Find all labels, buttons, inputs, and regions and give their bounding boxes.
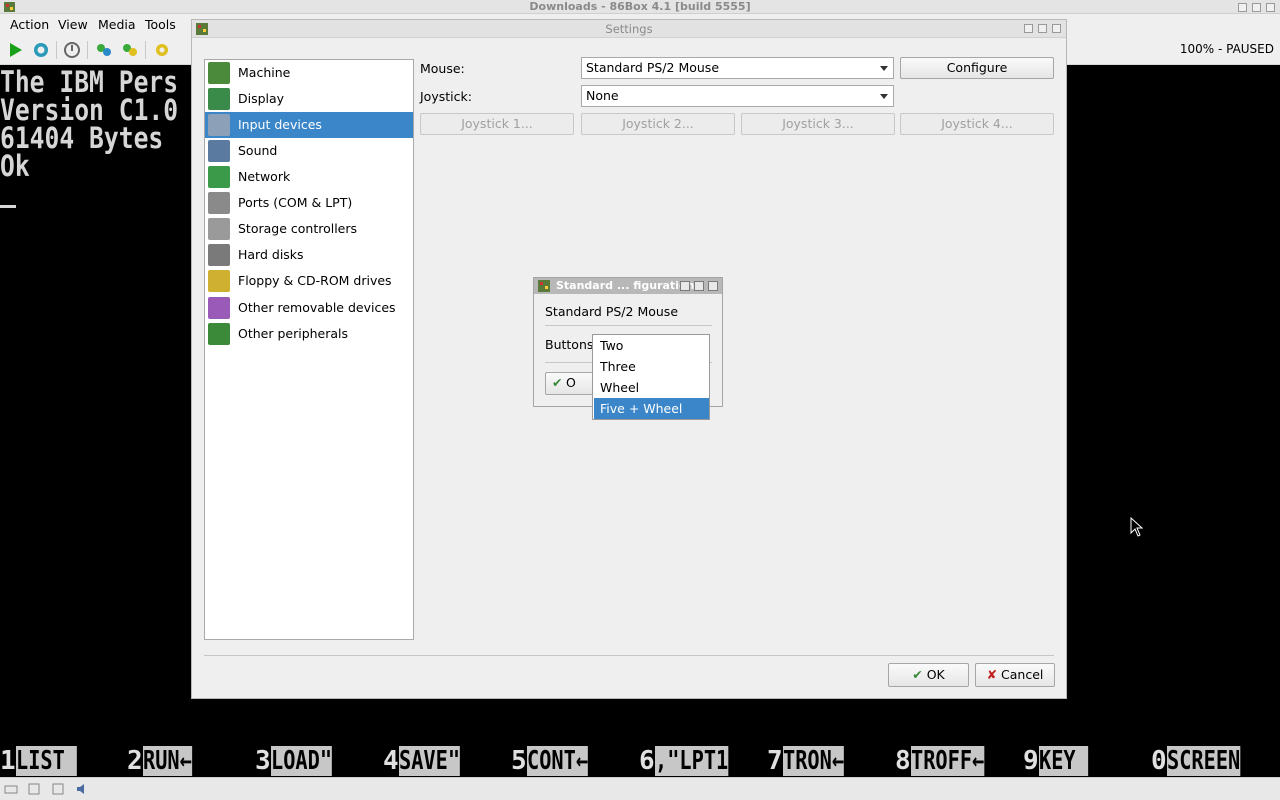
ports-icon <box>208 192 230 214</box>
removable-devices-icon <box>208 297 230 319</box>
main-titlebar: Downloads - 86Box 4.1 [build 5555] <box>0 0 1280 14</box>
cad-icon[interactable] <box>95 41 113 59</box>
zoom-status: 100% - PAUSED <box>1179 42 1274 56</box>
cancel-button[interactable]: ✘ Cancel <box>975 663 1055 687</box>
category-hard-disks[interactable]: Hard disks <box>205 242 413 268</box>
input-devices-icon <box>208 114 230 136</box>
option-two[interactable]: Two <box>594 335 709 356</box>
minimize-button[interactable] <box>680 281 690 291</box>
ctrl-alt-esc-icon[interactable] <box>121 41 139 59</box>
close-button[interactable] <box>1052 24 1061 33</box>
joystick-3-button[interactable]: Joystick 3... <box>741 113 895 135</box>
text-cursor <box>0 205 16 208</box>
settings-titlebar: Settings <box>192 20 1066 38</box>
mouse-config-title: Standard ... figuration <box>556 279 695 292</box>
mouse-config-titlebar: Standard ... figuration <box>534 278 722 294</box>
divider <box>204 655 1054 656</box>
power-icon[interactable] <box>63 41 81 59</box>
option-five-wheel[interactable]: Five + Wheel <box>594 398 709 419</box>
fkey-3: 3LOAD" <box>255 746 332 776</box>
category-sound[interactable]: Sound <box>205 138 413 164</box>
menu-media[interactable]: Media <box>96 16 138 33</box>
hard-disks-icon <box>208 244 230 266</box>
cancel-x-icon: ✘ <box>986 667 998 682</box>
maximize-button[interactable] <box>694 281 704 291</box>
fkey-1: 1LIST <box>0 746 77 776</box>
menu-action[interactable]: Action <box>8 16 51 33</box>
joystick-1-button[interactable]: Joystick 1... <box>420 113 574 135</box>
statusbar <box>0 777 1280 800</box>
settings-icon[interactable] <box>153 41 171 59</box>
floppy-icon[interactable] <box>27 782 41 796</box>
chevron-down-icon <box>880 94 888 99</box>
category-list: Machine Display Input devices Sound Netw… <box>204 59 414 640</box>
fkey-9: 9KEY <box>1023 746 1088 776</box>
mouse-select[interactable]: Standard PS/2 Mouse <box>581 57 894 79</box>
reset-icon[interactable] <box>32 41 50 59</box>
configure-button[interactable]: Configure <box>900 57 1054 79</box>
minimize-button[interactable] <box>1024 24 1033 33</box>
category-machine[interactable]: Machine <box>205 60 413 86</box>
maximize-button[interactable] <box>1038 24 1047 33</box>
close-button[interactable] <box>708 281 718 291</box>
app-icon <box>538 280 550 292</box>
storage-controllers-icon <box>208 218 230 240</box>
floppy-icon[interactable] <box>51 782 65 796</box>
sound-icon[interactable] <box>75 782 89 796</box>
category-ports[interactable]: Ports (COM & LPT) <box>205 190 413 216</box>
mouse-pointer-icon <box>1130 517 1144 537</box>
device-name: Standard PS/2 Mouse <box>545 304 679 319</box>
category-floppy-cdrom[interactable]: Floppy & CD-ROM drives <box>205 268 413 294</box>
fkey-4: 4SAVE" <box>383 746 460 776</box>
settings-title: Settings <box>605 22 653 36</box>
maximize-button[interactable] <box>1252 3 1261 12</box>
minimize-button[interactable] <box>1238 3 1247 12</box>
category-input-devices[interactable]: Input devices <box>205 112 413 138</box>
fkey-6: 6,"LPT1 <box>639 746 728 776</box>
divider <box>545 325 712 326</box>
category-other-removable[interactable]: Other removable devices <box>205 295 413 321</box>
fkey-0: 0SCREEN <box>1151 746 1240 776</box>
checkmark-icon: ✔ <box>552 375 563 390</box>
option-wheel[interactable]: Wheel <box>594 377 709 398</box>
play-icon[interactable] <box>6 41 24 59</box>
close-button[interactable] <box>1266 3 1275 12</box>
menu-view[interactable]: View <box>56 16 90 33</box>
joystick-2-button[interactable]: Joystick 2... <box>581 113 735 135</box>
machine-icon <box>208 62 230 84</box>
joystick-4-button[interactable]: Joystick 4... <box>900 113 1054 135</box>
joystick-select[interactable]: None <box>581 85 894 107</box>
floppy-cdrom-icon <box>208 270 230 292</box>
fkey-2: 2RUN← <box>127 746 192 776</box>
menu-tools[interactable]: Tools <box>143 16 178 33</box>
screen-line: Ok <box>0 149 30 183</box>
category-display[interactable]: Display <box>205 86 413 112</box>
sound-icon <box>208 140 230 162</box>
fkey-5: 5CONT← <box>511 746 588 776</box>
category-storage-controllers[interactable]: Storage controllers <box>205 216 413 242</box>
buttons-label: Buttons <box>545 337 594 352</box>
ok-button[interactable]: ✔ OK <box>888 663 969 687</box>
option-three[interactable]: Three <box>594 356 709 377</box>
network-icon <box>208 166 230 188</box>
checkmark-icon: ✔ <box>912 667 923 682</box>
category-network[interactable]: Network <box>205 164 413 190</box>
category-other-peripherals[interactable]: Other peripherals <box>205 321 413 347</box>
chevron-down-icon <box>880 66 888 71</box>
peripherals-icon <box>208 323 230 345</box>
buttons-dropdown-list: Two Three Wheel Five + Wheel <box>592 334 710 420</box>
display-icon <box>208 88 230 110</box>
mouse-label: Mouse: <box>420 61 465 76</box>
fkey-8: 8TROFF← <box>895 746 984 776</box>
joystick-label: Joystick: <box>420 89 472 104</box>
keyboard-icon[interactable] <box>4 782 18 796</box>
fkey-7: 7TRON← <box>767 746 844 776</box>
window-title: Downloads - 86Box 4.1 [build 5555] <box>529 0 751 13</box>
